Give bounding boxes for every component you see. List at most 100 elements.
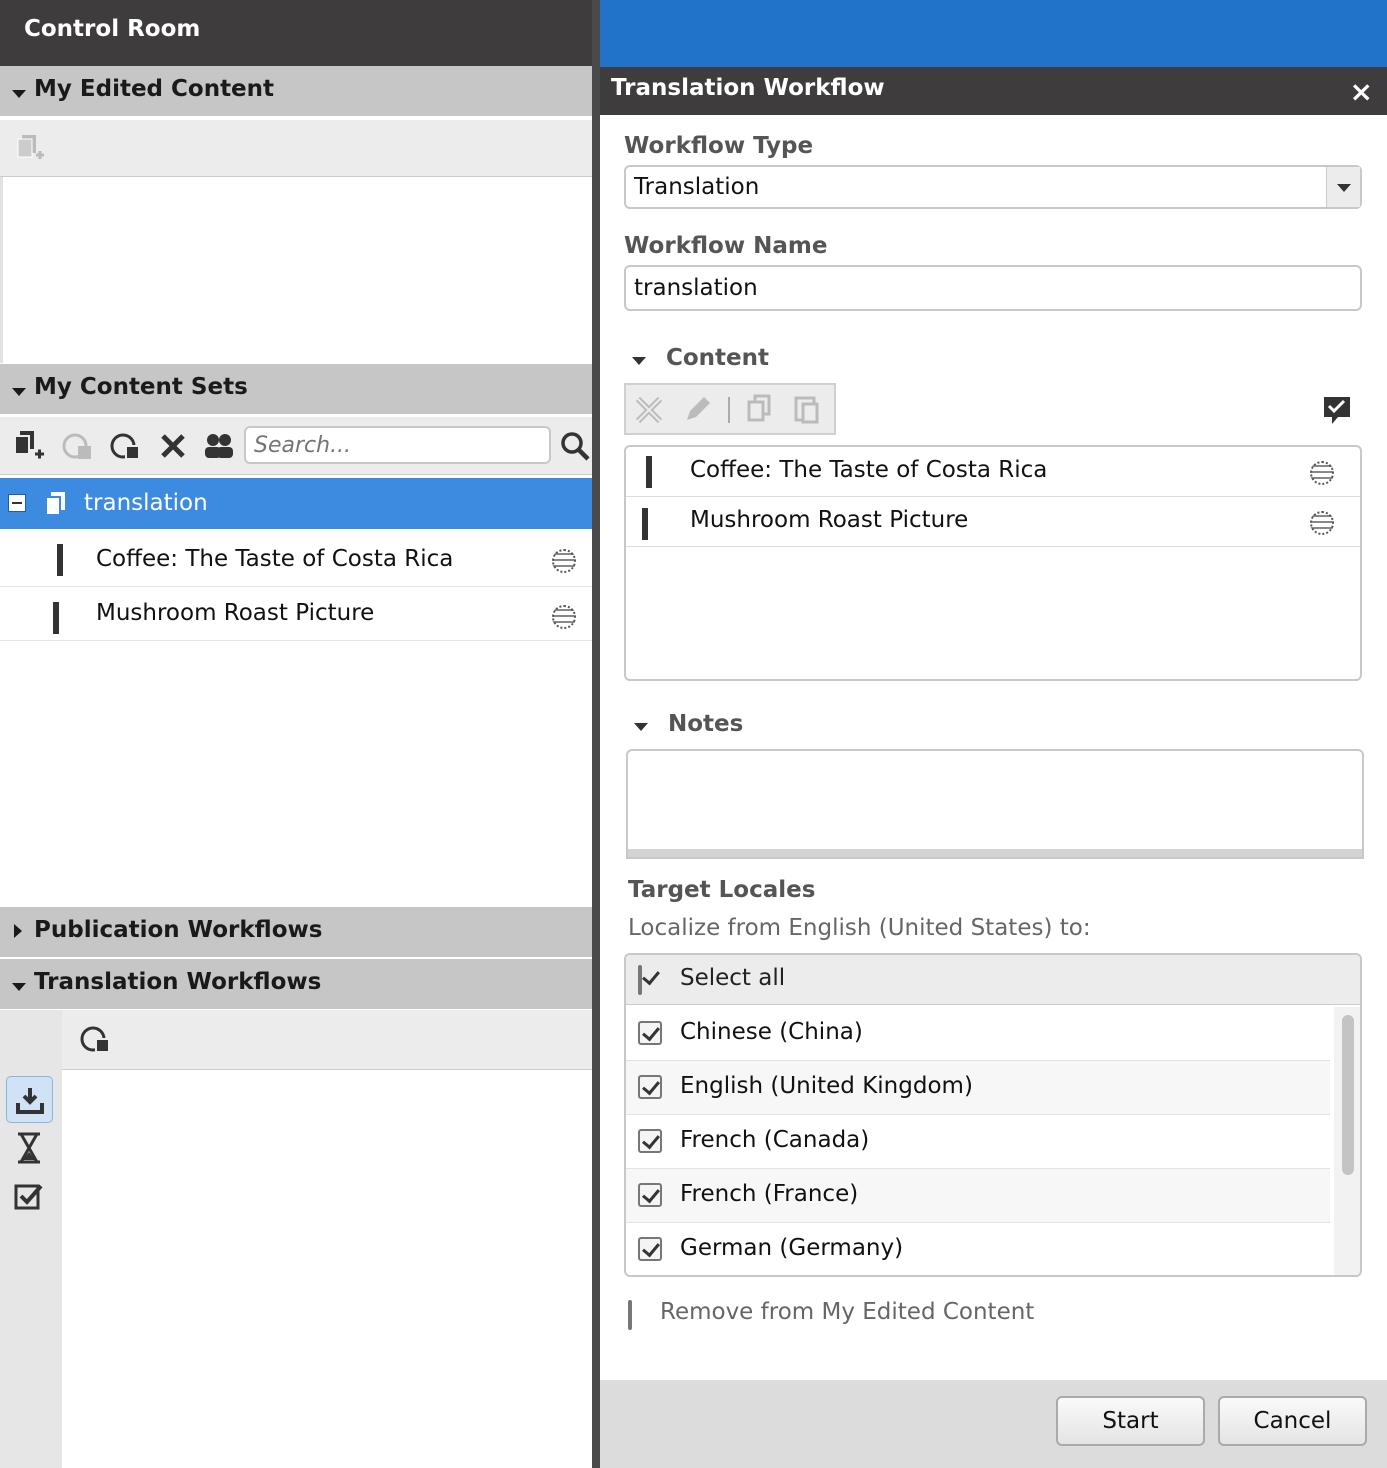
- copy-icon[interactable]: [746, 394, 774, 428]
- content-item-coffee[interactable]: Coffee: The Taste of Costa Rica: [626, 447, 1360, 497]
- locale-label: Chinese (China): [680, 1019, 863, 1045]
- locale-label: French (France): [680, 1181, 859, 1207]
- content-sets-search-input[interactable]: [244, 426, 551, 464]
- locale-row-french-france[interactable]: French (France): [626, 1169, 1330, 1223]
- content-toolbar: [624, 383, 836, 435]
- dialog-title: Translation Workflow: [611, 75, 885, 101]
- article-icon: [646, 456, 652, 488]
- paste-icon[interactable]: [794, 394, 822, 428]
- workflow-type-label: Workflow Type: [624, 133, 814, 159]
- tree-item-label: Mushroom Roast Picture: [96, 600, 375, 626]
- toolbar-separator: [728, 397, 730, 423]
- workflow-filter-sidebar: [0, 1010, 62, 1468]
- workflow-type-value: Translation: [634, 174, 760, 200]
- publish-workflow-icon[interactable]: [108, 429, 142, 463]
- chevron-down-icon[interactable]: [1326, 167, 1360, 207]
- remove-from-edited-option[interactable]: Remove from My Edited Content: [628, 1299, 1034, 1330]
- globe-icon: [552, 605, 576, 629]
- target-locales-label: Target Locales: [628, 877, 816, 903]
- locale-label: English (United Kingdom): [680, 1073, 973, 1099]
- cancel-button[interactable]: Cancel: [1218, 1396, 1367, 1446]
- remove-from-edited-label: Remove from My Edited Content: [660, 1299, 1035, 1325]
- control-room-panel: Control Room My Edited Content My Conten…: [0, 0, 594, 1468]
- tree-item-coffee[interactable]: Coffee: The Taste of Costa Rica: [0, 533, 594, 587]
- share-users-icon[interactable]: [202, 429, 236, 463]
- locale-row-german-germany[interactable]: German (Germany): [626, 1223, 1330, 1275]
- collapse-icon[interactable]: [8, 494, 26, 512]
- locale-row-english-uk[interactable]: English (United Kingdom): [626, 1061, 1330, 1115]
- add-to-set-icon[interactable]: [14, 132, 48, 166]
- workflow-name-label: Workflow Name: [624, 233, 828, 259]
- dialog-footer: Start Cancel: [600, 1380, 1387, 1468]
- workflow-name-value: translation: [634, 275, 758, 301]
- check-comment-icon[interactable]: [1322, 395, 1352, 431]
- workflow-name-input[interactable]: translation: [624, 265, 1362, 311]
- section-header-my-edited-content[interactable]: My Edited Content: [0, 66, 594, 116]
- edit-icon[interactable]: [682, 395, 712, 429]
- remove-from-edited-checkbox[interactable]: [628, 1300, 632, 1330]
- content-item-label: Mushroom Roast Picture: [690, 507, 969, 533]
- chevron-down-icon: [12, 983, 26, 991]
- section-header-translation-workflows[interactable]: Translation Workflows: [0, 959, 594, 1009]
- locale-row-french-canada[interactable]: French (Canada): [626, 1115, 1330, 1169]
- chevron-right-icon: [14, 924, 22, 938]
- notes-textarea[interactable]: [626, 749, 1364, 859]
- close-icon[interactable]: ×: [1350, 75, 1373, 108]
- locale-checkbox[interactable]: [638, 1129, 662, 1153]
- edited-content-list: [0, 177, 594, 363]
- search-icon[interactable]: [558, 429, 592, 463]
- chevron-down-icon: [12, 90, 26, 98]
- control-room-title: Control Room: [0, 0, 594, 66]
- locale-row-chinese-china[interactable]: Chinese (China): [626, 1007, 1330, 1061]
- locale-checkbox[interactable]: [638, 1075, 662, 1099]
- select-all-checkbox[interactable]: [638, 965, 642, 995]
- locales-scrollbar-track[interactable]: [1334, 1007, 1360, 1275]
- picture-icon: [642, 508, 648, 540]
- locale-checkbox[interactable]: [638, 1183, 662, 1207]
- article-icon: [57, 544, 63, 576]
- content-set-label: translation: [84, 490, 208, 516]
- dialog-body: Workflow Type Translation Workflow Name …: [600, 115, 1387, 1380]
- content-item-mushroom[interactable]: Mushroom Roast Picture: [626, 497, 1360, 547]
- globe-icon: [552, 549, 576, 573]
- content-label: Content: [666, 345, 770, 371]
- new-content-set-icon[interactable]: [12, 429, 46, 463]
- section-header-publication-workflows[interactable]: Publication Workflows: [0, 907, 594, 957]
- locale-checkbox[interactable]: [638, 1021, 662, 1045]
- content-list: Coffee: The Taste of Costa Rica Mushroom…: [624, 445, 1362, 681]
- content-set-row-selected[interactable]: translation: [0, 478, 594, 529]
- content-set-icon: [44, 490, 70, 522]
- translation-workflow-icon[interactable]: [60, 429, 94, 463]
- notes-label: Notes: [668, 711, 744, 737]
- tree-item-mushroom[interactable]: Mushroom Roast Picture: [0, 587, 594, 641]
- hourglass-icon[interactable]: [14, 1132, 44, 1168]
- section-label: Translation Workflows: [34, 969, 322, 995]
- delete-icon[interactable]: [156, 429, 190, 463]
- locales-scrollbar-thumb[interactable]: [1342, 1015, 1354, 1175]
- locales-list: Select all Chinese (China) English (Unit…: [624, 953, 1362, 1277]
- notes-resize-handle[interactable]: [628, 849, 1362, 857]
- target-locales-subtitle: Localize from English (United States) to…: [628, 915, 1091, 941]
- edited-content-toolbar: [0, 120, 594, 177]
- app-top-bar: [600, 0, 1387, 67]
- start-translation-icon[interactable]: [78, 1022, 112, 1056]
- globe-icon: [1310, 511, 1334, 535]
- tree-item-label: Coffee: The Taste of Costa Rica: [96, 546, 454, 572]
- start-button[interactable]: Start: [1056, 1396, 1205, 1446]
- panel-divider[interactable]: [592, 0, 600, 1468]
- chevron-down-icon[interactable]: [632, 357, 646, 365]
- locale-label: French (Canada): [680, 1127, 870, 1153]
- section-label: My Content Sets: [34, 374, 248, 400]
- translation-workflows-toolbar: [62, 1010, 594, 1070]
- chevron-down-icon[interactable]: [634, 723, 648, 731]
- globe-icon: [1310, 461, 1334, 485]
- inbox-filter-button[interactable]: [6, 1076, 53, 1123]
- workflow-type-select[interactable]: Translation: [624, 165, 1362, 209]
- section-header-my-content-sets[interactable]: My Content Sets: [0, 364, 594, 414]
- select-all-row[interactable]: Select all: [626, 955, 1360, 1005]
- dialog-header: Translation Workflow ×: [600, 67, 1387, 115]
- completed-filter-icon[interactable]: [14, 1182, 44, 1216]
- remove-icon[interactable]: [634, 395, 664, 429]
- locale-label: German (Germany): [680, 1235, 904, 1261]
- locale-checkbox[interactable]: [638, 1237, 662, 1261]
